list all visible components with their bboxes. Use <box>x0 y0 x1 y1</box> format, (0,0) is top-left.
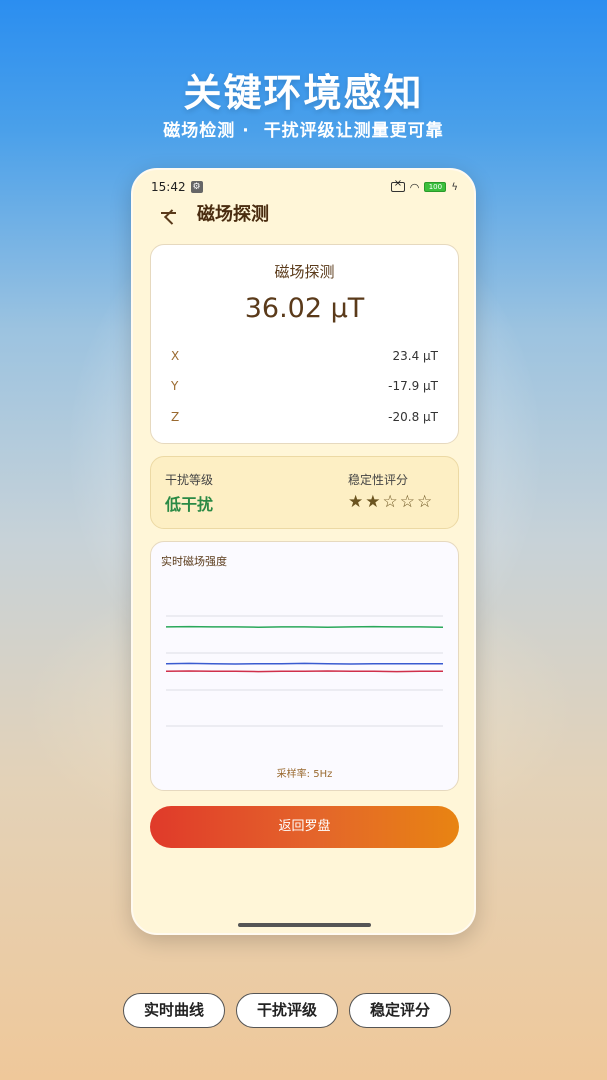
status-bar: 15:42 ⚙ ◠ 100 ϟ <box>151 178 458 195</box>
feature-chips: 实时曲线 干扰评级 稳定评分 <box>123 993 452 1028</box>
axis-label: X <box>171 349 180 363</box>
wifi-icon: ◠ <box>409 180 420 194</box>
no-sim-icon <box>390 178 405 192</box>
wrench-icon: ⚙ <box>190 181 203 193</box>
chip-interference-rating[interactable]: 干扰评级 <box>236 993 339 1028</box>
promo-headline: 关键环境感知 <box>183 71 424 115</box>
return-compass-button[interactable]: 返回罗盘 <box>150 806 459 848</box>
sample-rate: 采样率: 5Hz <box>276 769 333 780</box>
magnetic-card-title: 磁场探测 <box>274 263 335 281</box>
axis-value: 23.4 μT <box>392 349 439 363</box>
chart-series-line <box>165 670 443 673</box>
page-title: 磁场探测 <box>197 204 269 225</box>
magnetic-card: 磁场探测 36.02 μT X 23.4 μT Y -17.9 μT Z -20… <box>150 244 459 444</box>
promo-sub-right: 干扰评级让测量更可靠 <box>263 121 444 141</box>
stability-stars: ★★☆☆☆ <box>348 492 435 512</box>
axis-label: Y <box>171 379 179 393</box>
chip-stability-score[interactable]: 稳定评分 <box>349 993 452 1028</box>
axis-label: Z <box>171 410 180 424</box>
chart-series-line <box>165 662 443 665</box>
axis-value: -17.9 μT <box>388 379 438 393</box>
magnetic-total-value: 36.02 μT <box>244 293 365 324</box>
charging-icon: ϟ <box>451 181 458 193</box>
axis-row-z: Z -20.8 μT <box>171 410 438 428</box>
promo-sub-left: 磁场检测 · <box>163 121 250 141</box>
chart-card: 实时磁场强度 采样率: 5Hz <box>150 541 459 791</box>
realtime-line-chart <box>165 615 444 727</box>
interference-label: 干扰等级 <box>165 473 214 487</box>
chart-series-line <box>165 625 444 628</box>
status-time: 15:42 <box>151 180 186 194</box>
back-arrow-icon[interactable] <box>159 203 179 223</box>
interference-card: 干扰等级 低干扰 稳定性评分 ★★☆☆☆ <box>150 456 459 529</box>
interference-value: 低干扰 <box>165 495 214 514</box>
chart-title: 实时磁场强度 <box>161 555 227 568</box>
app-bar: 磁场探测 <box>159 198 269 228</box>
phone-frame: 15:42 ⚙ ◠ 100 ϟ 磁场探测 磁场探测 36.02 μT X 23.… <box>131 168 476 935</box>
promo-subline: 磁场检测 · 干扰评级让测量更可靠 <box>0 116 607 141</box>
chip-realtime-curve[interactable]: 实时曲线 <box>123 993 226 1028</box>
home-indicator[interactable] <box>238 923 371 927</box>
axis-row-y: Y -17.9 μT <box>171 379 438 397</box>
axis-row-x: X 23.4 μT <box>171 349 438 367</box>
axis-value: -20.8 μT <box>388 410 438 424</box>
battery-icon: 100 <box>424 182 447 192</box>
stability-label: 稳定性评分 <box>348 473 409 487</box>
